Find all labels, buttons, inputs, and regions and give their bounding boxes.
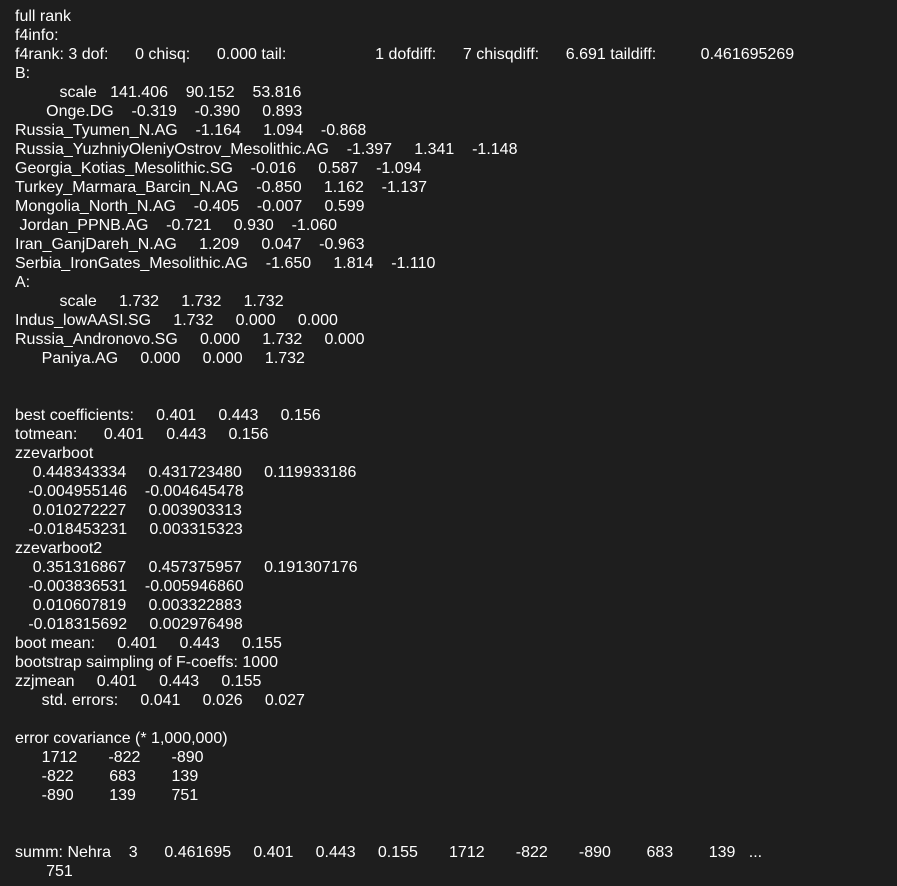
output-line: scale 141.406 90.152 53.816 <box>15 84 302 101</box>
output-line: Russia_Tyumen_N.AG -1.164 1.094 -0.868 <box>15 122 367 139</box>
output-line: 0.010607819 0.003322883 <box>15 597 242 614</box>
output-line: Iran_GanjDareh_N.AG 1.209 0.047 -0.963 <box>15 236 365 253</box>
output-line: -0.018315692 0.002976498 <box>15 616 243 633</box>
output-line: f4rank: 3 dof: 0 chisq: 0.000 tail: 1 do… <box>15 46 795 63</box>
output-line: -822 683 139 <box>15 768 199 785</box>
output-line: Paniya.AG 0.000 0.000 1.732 <box>15 350 305 367</box>
output-line: B: <box>15 65 31 82</box>
output-line: Turkey_Marmara_Barcin_N.AG -0.850 1.162 … <box>15 179 428 196</box>
output-line: zzevarboot2 <box>15 540 103 557</box>
output-line: -0.004955146 -0.004645478 <box>15 483 244 500</box>
output-line: Jordan_PPNB.AG -0.721 0.930 -1.060 <box>15 217 337 234</box>
output-line: 751 <box>15 863 73 880</box>
output-line: Indus_lowAASI.SG 1.732 0.000 0.000 <box>15 312 338 329</box>
output-line: best coefficients: 0.401 0.443 0.156 <box>15 407 321 424</box>
output-line: 0.351316867 0.457375957 0.191307176 <box>15 559 358 576</box>
output-line: totmean: 0.401 0.443 0.156 <box>15 426 269 443</box>
output-line: boot mean: 0.401 0.443 0.155 <box>15 635 282 652</box>
output-line: Serbia_IronGates_Mesolithic.AG -1.650 1.… <box>15 255 436 272</box>
output-line: -890 139 751 <box>15 787 199 804</box>
output-line: Russia_Andronovo.SG 0.000 1.732 0.000 <box>15 331 365 348</box>
output-line: bootstrap saimpling of F-coeffs: 1000 <box>15 654 278 671</box>
output-line: scale 1.732 1.732 1.732 <box>15 293 284 310</box>
output-line: A: <box>15 274 31 291</box>
output-line: 1712 -822 -890 <box>15 749 204 766</box>
output-line: std. errors: 0.041 0.026 0.027 <box>15 692 305 709</box>
output-line: summ: Nehra 3 0.461695 0.401 0.443 0.155… <box>15 844 763 861</box>
output-line: f4info: <box>15 27 59 44</box>
output-line: error covariance (* 1,000,000) <box>15 730 228 747</box>
output-line: -0.018453231 0.003315323 <box>15 521 243 538</box>
output-line: 0.010272227 0.003903313 <box>15 502 242 519</box>
output-line: -0.003836531 -0.005946860 <box>15 578 244 595</box>
output-line: Onge.DG -0.319 -0.390 0.893 <box>15 103 303 120</box>
terminal-output: full rank f4info: f4rank: 3 dof: 0 chisq… <box>0 0 897 886</box>
output-line: 0.448343334 0.431723480 0.119933186 <box>15 464 357 481</box>
output-line: Mongolia_North_N.AG -0.405 -0.007 0.599 <box>15 198 365 215</box>
output-line: Georgia_Kotias_Mesolithic.SG -0.016 0.58… <box>15 160 422 177</box>
output-line: zzjmean 0.401 0.443 0.155 <box>15 673 262 690</box>
output-line: Russia_YuzhniyOleniyOstrov_Mesolithic.AG… <box>15 141 518 158</box>
output-line: zzevarboot <box>15 445 94 462</box>
output-line: full rank <box>15 8 72 25</box>
